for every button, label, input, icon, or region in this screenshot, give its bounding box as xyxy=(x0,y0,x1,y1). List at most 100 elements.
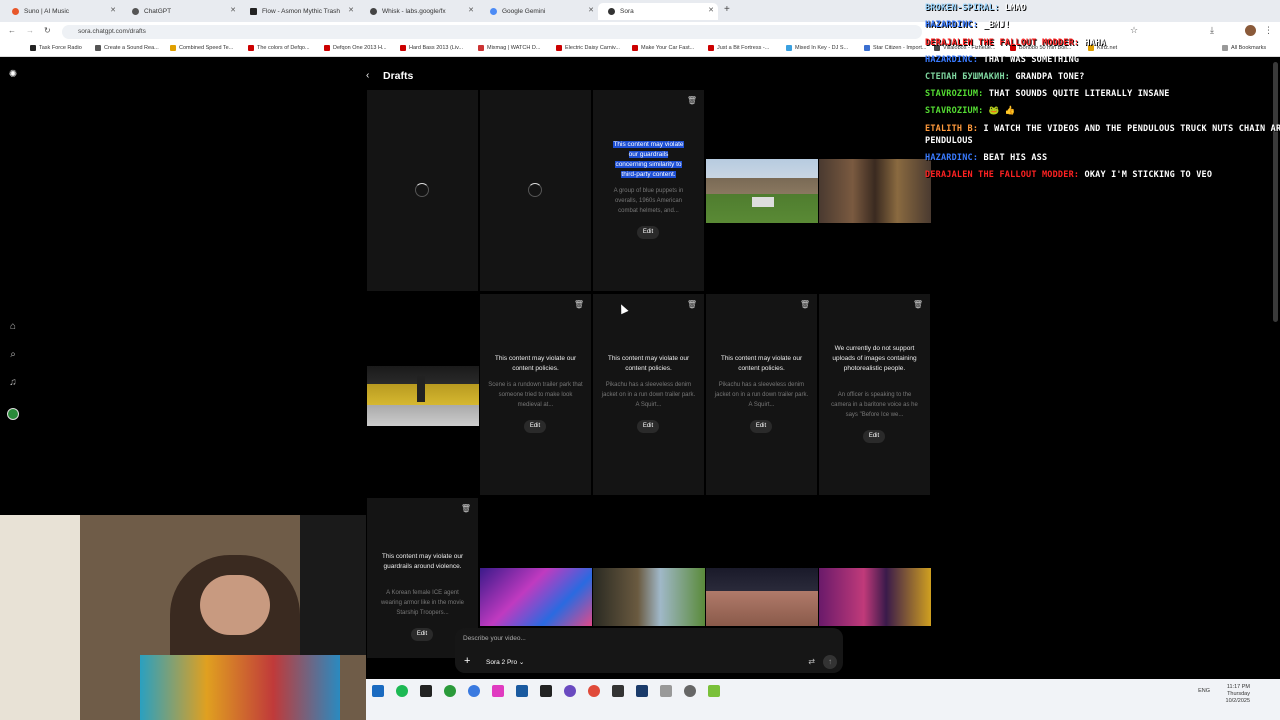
edit-button[interactable]: Edit xyxy=(524,420,546,433)
bell-icon[interactable]: ♫ xyxy=(7,377,19,389)
whisk-icon xyxy=(370,8,377,15)
tab-whisk[interactable]: Whisk - labs.google/fx ✕ xyxy=(360,3,478,20)
tab-suno[interactable]: Suno | AI Music ✕ xyxy=(2,3,120,20)
obs-icon[interactable] xyxy=(564,685,576,697)
app-icon[interactable] xyxy=(636,685,648,697)
stream-chat-overlay: Broken-Spiral: LMAO Hazardinc: _BMJ! Deraj… xyxy=(923,0,1280,190)
draft-thumbnail-group[interactable] xyxy=(819,159,931,223)
prompt-input[interactable]: Describe your video... xyxy=(463,635,526,642)
draft-thumbnail-concert[interactable] xyxy=(706,568,818,626)
app-icon[interactable] xyxy=(516,685,528,697)
bookmark[interactable]: The colors of Defqo... xyxy=(248,45,310,51)
draft-thumbnail-party[interactable] xyxy=(819,568,931,626)
bookmark[interactable]: Just a Bit Fortress -... xyxy=(708,45,769,51)
system-clock[interactable]: 11:17 PM Thursday 10/2/2025 xyxy=(1226,684,1250,705)
close-icon[interactable]: ✕ xyxy=(468,6,474,14)
door-shape xyxy=(0,515,80,720)
app-icon[interactable] xyxy=(684,685,696,697)
trash-icon[interactable]: 🗑 xyxy=(461,504,471,513)
model-selector[interactable]: Sora 2 Pro ⌄ xyxy=(486,658,524,666)
back-button[interactable]: ‹ xyxy=(366,70,369,81)
send-button[interactable]: ↑ xyxy=(823,655,837,669)
chat-message: Hazardinc: that was something xyxy=(925,55,1079,65)
app-icon[interactable] xyxy=(468,685,480,697)
trash-icon[interactable]: 🗑 xyxy=(574,300,584,309)
bookmark[interactable]: Hard Bass 2013 (Liv... xyxy=(400,45,463,51)
bookmark[interactable]: Mixed In Key - DJ S... xyxy=(786,45,848,51)
close-icon[interactable]: ✕ xyxy=(230,6,236,14)
edit-button[interactable]: Edit xyxy=(750,420,772,433)
card-prompt: An officer is speaking to the camera in … xyxy=(831,392,918,418)
draft-thumbnail-poster[interactable] xyxy=(480,568,592,626)
sora-logo-icon[interactable]: ✺ xyxy=(7,69,19,81)
trash-icon[interactable]: 🗑 xyxy=(687,300,697,309)
chat-text: pendulous xyxy=(925,136,973,146)
chrome-icon[interactable] xyxy=(588,685,600,697)
draft-card-policy[interactable]: 🗑 This content may violate our content p… xyxy=(706,294,817,495)
draft-thumbnail-soldier[interactable] xyxy=(593,568,705,626)
trash-icon[interactable]: 🗑 xyxy=(800,300,810,309)
close-icon[interactable]: ✕ xyxy=(110,6,116,14)
draft-card-loading[interactable] xyxy=(367,90,478,291)
os-taskbar: ENG 11:17 PM Thursday 10/2/2025 xyxy=(366,679,1280,720)
bookmark[interactable]: Star Citizen - Import... xyxy=(864,45,927,51)
app-icon[interactable] xyxy=(660,685,672,697)
bookmark[interactable]: Make Your Car Fast... xyxy=(632,45,694,51)
settings-icon[interactable]: ⇄ xyxy=(808,657,815,666)
youtube-icon xyxy=(556,45,562,51)
bookmark[interactable]: Create a Sound Rea... xyxy=(95,45,159,51)
draft-card-guardrail[interactable]: 🗑 This content may violate our guardrail… xyxy=(593,90,704,291)
close-icon[interactable]: ✕ xyxy=(708,6,714,14)
draft-thumbnail-backyard[interactable] xyxy=(706,159,818,223)
chat-message: Etalith B: I watch the videos and the pe… xyxy=(925,124,1280,134)
close-icon[interactable]: ✕ xyxy=(348,6,354,14)
url-field[interactable]: sora.chatgpt.com/drafts xyxy=(62,25,922,39)
plus-icon[interactable]: + xyxy=(464,655,470,667)
edit-button[interactable]: Edit xyxy=(637,226,659,239)
chat-message: pendulous xyxy=(925,136,973,146)
forward-arrow-icon[interactable]: → xyxy=(26,26,34,35)
card-prompt: A group of blue puppets in overalls, 196… xyxy=(613,188,684,214)
app-icon[interactable] xyxy=(420,685,432,697)
edit-button[interactable]: Edit xyxy=(411,628,433,641)
home-icon[interactable]: ⌂ xyxy=(7,321,19,333)
bookmark[interactable]: Electric Daisy Carniv... xyxy=(556,45,620,51)
chat-username: Derajalen The Fallout Modder: xyxy=(925,38,1085,48)
tab-chatgpt[interactable]: ChatGPT ✕ xyxy=(122,3,240,20)
reload-icon[interactable]: ↻ xyxy=(44,26,51,35)
edit-button[interactable]: Edit xyxy=(637,420,659,433)
tab-gemini[interactable]: Google Gemini ✕ xyxy=(480,3,598,20)
spotify-icon[interactable] xyxy=(396,685,408,697)
suno-icon xyxy=(12,8,19,15)
card-prompt: Scene is a rundown trailer park that som… xyxy=(488,382,583,408)
language-indicator[interactable]: ENG xyxy=(1198,688,1210,694)
new-tab-button[interactable]: + xyxy=(724,4,730,15)
tab-sora[interactable]: Sora ✕ xyxy=(598,3,718,20)
app-icon[interactable] xyxy=(540,685,552,697)
draft-card-loading[interactable] xyxy=(480,90,591,291)
app-icon[interactable] xyxy=(708,685,720,697)
search-icon[interactable]: ⌕ xyxy=(7,349,19,361)
app-icon[interactable] xyxy=(612,685,624,697)
bookmark[interactable]: Mixmag | WATCH D... xyxy=(478,45,540,51)
edit-button[interactable]: Edit xyxy=(863,430,885,443)
trash-icon[interactable]: 🗑 xyxy=(687,96,697,105)
draft-thumbnail-car[interactable] xyxy=(367,366,479,426)
app-icon[interactable] xyxy=(444,685,456,697)
draft-card-policy[interactable]: 🗑 This content may violate our content p… xyxy=(480,294,591,495)
chat-username: Hazardinc: xyxy=(925,55,984,65)
draft-card-upload-error[interactable]: 🗑 We currently do not support uploads of… xyxy=(819,294,930,495)
app-icon[interactable] xyxy=(372,685,384,697)
close-icon[interactable]: ✕ xyxy=(588,6,594,14)
youtube-icon xyxy=(400,45,406,51)
avatar[interactable] xyxy=(7,408,19,420)
trash-icon[interactable]: 🗑 xyxy=(913,300,923,309)
bookmark[interactable]: Defqon One 2013 H... xyxy=(324,45,387,51)
bookmark[interactable]: Combined Speed Te... xyxy=(170,45,233,51)
loading-spinner xyxy=(415,183,429,197)
draft-card-policy[interactable]: 🗑 This content may violate our content p… xyxy=(593,294,704,495)
bookmark[interactable]: Task Force Radio xyxy=(30,45,82,51)
tab-flow[interactable]: Flow - Asmon Mythic Trash ✕ xyxy=(240,3,358,20)
app-icon[interactable] xyxy=(492,685,504,697)
back-arrow-icon[interactable]: ← xyxy=(8,26,16,35)
